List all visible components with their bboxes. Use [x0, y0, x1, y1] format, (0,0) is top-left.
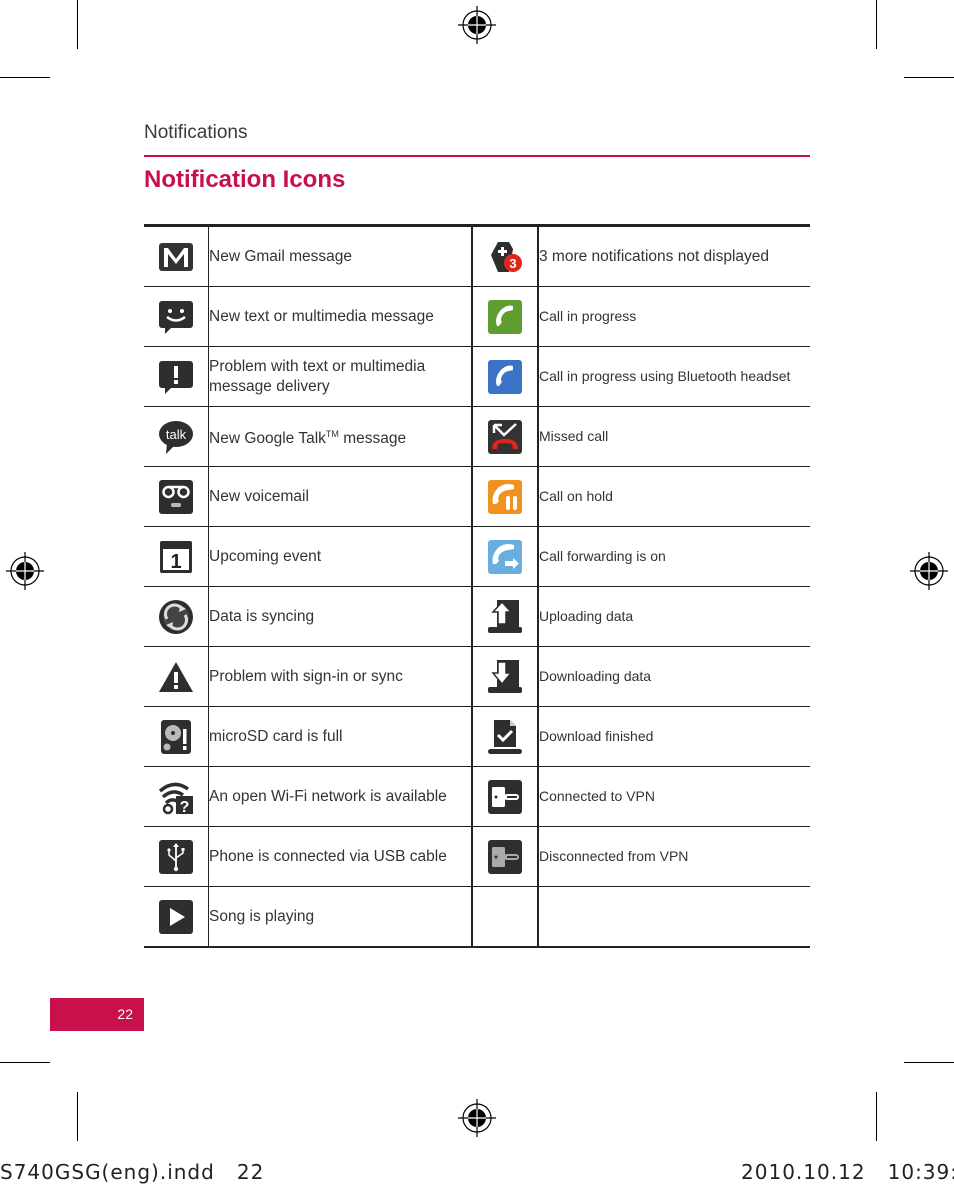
- missed-call-icon: [487, 419, 523, 455]
- google-talk-label: New Google Talk: [209, 430, 326, 448]
- text-message-description: New text or multimedia message: [208, 286, 473, 347]
- vpn-connected-description: Connected to VPN: [538, 766, 810, 827]
- play-icon: [158, 899, 194, 935]
- crop-mark: [0, 77, 50, 78]
- call-in-progress-description: Call in progress: [538, 286, 810, 347]
- registration-mark-icon: [910, 552, 948, 590]
- registration-mark-icon: [6, 552, 44, 590]
- bluetooth-call-icon: [487, 359, 523, 395]
- page-title: Notification Icons: [144, 166, 346, 193]
- gmail-description: New Gmail message: [208, 225, 473, 287]
- slug-timestamp: 2010.10.12 10:39:: [741, 1160, 954, 1184]
- more-notifications-icon: 3: [487, 239, 523, 275]
- svg-text:?: ?: [180, 799, 190, 815]
- table-row: New text or multimedia message Call in p…: [144, 286, 810, 347]
- voicemail-description: New voicemail: [208, 466, 473, 527]
- download-finished-icon: [487, 719, 523, 755]
- gmail-icon: [158, 239, 194, 275]
- crop-mark: [77, 1092, 78, 1141]
- table-row: Song is playing: [144, 886, 810, 948]
- registration-mark-icon: [458, 6, 496, 44]
- crop-mark: [77, 0, 78, 49]
- badge-count: 3: [509, 256, 516, 271]
- download-icon: [487, 659, 523, 695]
- open-wifi-description: An open Wi-Fi network is available: [208, 766, 473, 827]
- talk-text: talk: [166, 427, 187, 442]
- sd-full-description: microSD card is full: [208, 706, 473, 767]
- bluetooth-call-description: Call in progress using Bluetooth headset: [538, 346, 810, 407]
- syncing-description: Data is syncing: [208, 586, 473, 647]
- usb-description: Phone is connected via USB cable: [208, 826, 473, 887]
- song-playing-description: Song is playing: [208, 886, 473, 947]
- call-in-progress-icon: [487, 299, 523, 335]
- table-row: Problem with text or multimedia message …: [144, 346, 810, 407]
- call-forwarding-icon: [487, 539, 523, 575]
- table-row: Problem with sign-in or sync Downloading…: [144, 646, 810, 707]
- usb-icon: [158, 839, 194, 875]
- header-rule: [144, 155, 810, 157]
- sync-problem-description: Problem with sign-in or sync: [208, 646, 473, 707]
- upcoming-event-description: Upcoming event: [208, 526, 473, 587]
- crop-mark: [0, 1062, 50, 1063]
- call-on-hold-description: Call on hold: [538, 466, 810, 527]
- registration-mark-icon: [458, 1099, 496, 1137]
- text-message-icon: [158, 299, 194, 335]
- table-row: New voicemail Call on hold: [144, 466, 810, 527]
- downloading-description: Downloading data: [538, 646, 810, 707]
- message-error-description: Problem with text or multimedia message …: [208, 346, 473, 407]
- download-finished-description: Download finished: [538, 706, 810, 767]
- trademark-sup: TM: [325, 428, 339, 439]
- crop-mark: [876, 0, 877, 49]
- open-wifi-icon: ?: [158, 779, 194, 815]
- call-forwarding-description: Call forwarding is on: [538, 526, 810, 587]
- voicemail-icon: [158, 479, 194, 515]
- more-notifications-description: 3 more notifications not displayed: [538, 225, 810, 287]
- empty-icon-cell: [472, 886, 539, 947]
- table-row: ? An open Wi-Fi network is available Con…: [144, 766, 810, 827]
- crop-mark: [904, 1062, 954, 1063]
- crop-mark: [904, 77, 954, 78]
- empty-description-cell: [538, 887, 810, 948]
- crop-mark: [876, 1092, 877, 1141]
- call-on-hold-icon: [487, 479, 523, 515]
- table-row: New Gmail message 3 3 more notifications…: [144, 225, 810, 287]
- vpn-connected-icon: [487, 779, 523, 815]
- uploading-description: Uploading data: [538, 586, 810, 647]
- google-talk-description: New Google TalkTM message: [208, 406, 473, 467]
- table-row: 1 Upcoming event Call forwarding is on: [144, 526, 810, 587]
- vpn-disconnected-description: Disconnected from VPN: [538, 826, 810, 887]
- warning-icon: [158, 659, 194, 695]
- notification-icons-table: New Gmail message 3 3 more notifications…: [144, 224, 810, 948]
- page-number: 22: [50, 998, 144, 1031]
- table-row: talk New Google TalkTM message Missed ca…: [144, 406, 810, 467]
- missed-call-description: Missed call: [538, 406, 810, 467]
- vpn-disconnected-icon: [487, 839, 523, 875]
- table-row: Data is syncing Uploading data: [144, 586, 810, 647]
- slug-filename: S740GSG(eng).indd 22: [0, 1160, 265, 1184]
- sd-card-full-icon: [158, 719, 194, 755]
- table-row: Phone is connected via USB cable Disconn…: [144, 826, 810, 887]
- section-label: Notifications: [144, 122, 248, 143]
- table-row: microSD card is full Download finished: [144, 706, 810, 767]
- google-talk-label-suffix: message: [338, 430, 407, 448]
- sync-icon: [158, 599, 194, 635]
- calendar-day: 1: [170, 551, 181, 573]
- calendar-icon: 1: [158, 539, 194, 575]
- message-error-icon: [158, 359, 194, 395]
- google-talk-icon: talk: [158, 419, 194, 455]
- upload-icon: [487, 599, 523, 635]
